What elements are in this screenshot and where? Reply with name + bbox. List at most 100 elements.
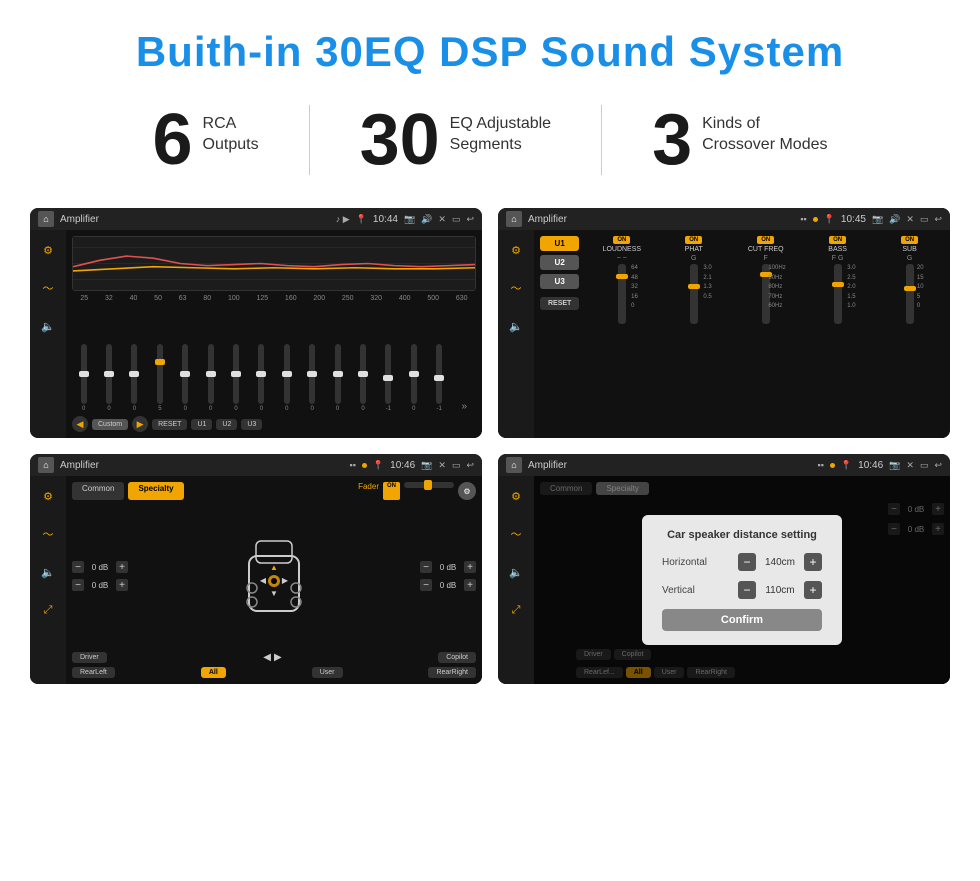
slider-col-7[interactable]: 0: [258, 332, 264, 412]
vol-rl-minus[interactable]: −: [72, 579, 84, 591]
slider-track-4[interactable]: [182, 344, 188, 404]
spk-wave-icon[interactable]: 〜: [36, 522, 60, 546]
fader-on-badge[interactable]: ON: [383, 482, 400, 500]
slider-track-1[interactable]: [106, 344, 112, 404]
settings-btn[interactable]: ⚙: [458, 482, 476, 500]
slider-track-8[interactable]: [284, 344, 290, 404]
slider-track-12[interactable]: [385, 344, 391, 404]
vol-rr-minus[interactable]: −: [420, 579, 432, 591]
vol-fl-plus[interactable]: +: [116, 561, 128, 573]
slider-track-14[interactable]: [436, 344, 442, 404]
slider-col-10[interactable]: 0: [335, 332, 341, 412]
vol-fl-minus[interactable]: −: [72, 561, 84, 573]
amp-u2-btn[interactable]: U2: [540, 255, 579, 270]
slider-col-12[interactable]: -1: [385, 332, 391, 412]
slider-track-5[interactable]: [208, 344, 214, 404]
confirm-button[interactable]: Confirm: [662, 609, 822, 631]
btn-rearleft[interactable]: RearLeft: [72, 667, 115, 678]
vertical-plus-btn[interactable]: +: [804, 581, 822, 599]
dist-arrows-icon[interactable]: ⤢: [504, 598, 528, 622]
dist-wave-icon[interactable]: 〜: [504, 522, 528, 546]
amp-wave-icon[interactable]: 〜: [504, 276, 528, 300]
band-cutfreq-slider[interactable]: 100Hz90Hz80Hz70Hz60Hz: [762, 264, 770, 324]
slider-col-14[interactable]: -1: [436, 332, 442, 412]
slider-col-8[interactable]: 0: [284, 332, 290, 412]
slider-col-2[interactable]: 0: [131, 332, 137, 412]
eq-u1-btn[interactable]: U1: [191, 419, 212, 430]
fader-slider[interactable]: [404, 482, 454, 488]
band-sub-on[interactable]: ON: [901, 236, 918, 244]
dist-eq-icon[interactable]: ⚙: [504, 484, 528, 508]
left-arrow[interactable]: ◀: [263, 652, 271, 663]
amp-eq-icon[interactable]: ⚙: [504, 238, 528, 262]
eq-sliders[interactable]: 0 0 0 5 0: [72, 306, 476, 412]
back-icon-4[interactable]: ↩: [934, 460, 942, 471]
slider-track-11[interactable]: [360, 344, 366, 404]
slider-col-3[interactable]: 5: [157, 332, 163, 412]
slider-track-10[interactable]: [335, 344, 341, 404]
band-loudness-slider[interactable]: 644832160: [618, 264, 626, 324]
band-phat-slider[interactable]: 3.02.11.30.5: [690, 264, 698, 324]
vol-rl-plus[interactable]: +: [116, 579, 128, 591]
back-icon-1[interactable]: ↩: [466, 214, 474, 225]
home-icon-3[interactable]: ⌂: [38, 457, 54, 473]
amp-u1-btn[interactable]: U1: [540, 236, 579, 251]
spk-arrows-icon[interactable]: ⤢: [36, 598, 60, 622]
slider-track-3[interactable]: [157, 344, 163, 404]
eq-u3-btn[interactable]: U3: [241, 419, 262, 430]
band-cutfreq-on[interactable]: ON: [757, 236, 774, 244]
btn-user[interactable]: User: [312, 667, 343, 678]
speaker-icon[interactable]: 🔈: [36, 314, 60, 338]
spk-tab-common[interactable]: Common: [72, 482, 124, 500]
slider-col-11[interactable]: 0: [360, 332, 366, 412]
eq-u2-btn[interactable]: U2: [216, 419, 237, 430]
eq-prev-btn[interactable]: ◀: [72, 416, 88, 432]
band-bass-on[interactable]: ON: [829, 236, 846, 244]
slider-track-0[interactable]: [81, 344, 87, 404]
eq-next-btn[interactable]: ▶: [132, 416, 148, 432]
slider-col-1[interactable]: 0: [106, 332, 112, 412]
amp-u3-btn[interactable]: U3: [540, 274, 579, 289]
slider-col-5[interactable]: 0: [208, 332, 214, 412]
slider-col-0[interactable]: 0: [81, 332, 87, 412]
eq-reset-btn[interactable]: RESET: [152, 419, 187, 430]
slider-col-9[interactable]: 0: [309, 332, 315, 412]
back-icon-2[interactable]: ↩: [934, 214, 942, 225]
spk-eq-icon[interactable]: ⚙: [36, 484, 60, 508]
slider-track-6[interactable]: [233, 344, 239, 404]
band-loudness-on[interactable]: ON: [613, 236, 630, 244]
vol-fr-plus[interactable]: +: [464, 561, 476, 573]
amp-spk-icon[interactable]: 🔈: [504, 314, 528, 338]
spk-tab-specialty[interactable]: Specialty: [128, 482, 183, 500]
slider-col-6[interactable]: 0: [233, 332, 239, 412]
dist-spk-icon[interactable]: 🔈: [504, 560, 528, 584]
slider-col-4[interactable]: 0: [182, 332, 188, 412]
home-icon-1[interactable]: ⌂: [38, 211, 54, 227]
horizontal-plus-btn[interactable]: +: [804, 553, 822, 571]
slider-track-7[interactable]: [258, 344, 264, 404]
slider-track-2[interactable]: [131, 344, 137, 404]
spk-spk-icon[interactable]: 🔈: [36, 560, 60, 584]
wave-icon[interactable]: 〜: [36, 276, 60, 300]
btn-rearright[interactable]: RearRight: [428, 667, 476, 678]
home-icon-2[interactable]: ⌂: [506, 211, 522, 227]
slider-track-9[interactable]: [309, 344, 315, 404]
home-icon-4[interactable]: ⌂: [506, 457, 522, 473]
horizontal-minus-btn[interactable]: −: [738, 553, 756, 571]
eq-custom-btn[interactable]: Custom: [92, 419, 128, 430]
eq-icon[interactable]: ⚙: [36, 238, 60, 262]
slider-col-13[interactable]: 0: [411, 332, 417, 412]
amp-reset-btn[interactable]: RESET: [540, 297, 579, 310]
btn-all[interactable]: All: [201, 667, 226, 678]
fader-thumb[interactable]: [424, 480, 432, 490]
vertical-minus-btn[interactable]: −: [738, 581, 756, 599]
band-bass-slider[interactable]: 3.02.52.01.51.0: [834, 264, 842, 324]
slider-track-13[interactable]: [411, 344, 417, 404]
vol-fr-minus[interactable]: −: [420, 561, 432, 573]
back-icon-3[interactable]: ↩: [466, 460, 474, 471]
band-phat-on[interactable]: ON: [685, 236, 702, 244]
band-sub-slider[interactable]: 20151050: [906, 264, 914, 324]
vol-rr-plus[interactable]: +: [464, 579, 476, 591]
right-arrow[interactable]: ▶: [274, 652, 282, 663]
btn-copilot[interactable]: Copilot: [438, 652, 476, 663]
